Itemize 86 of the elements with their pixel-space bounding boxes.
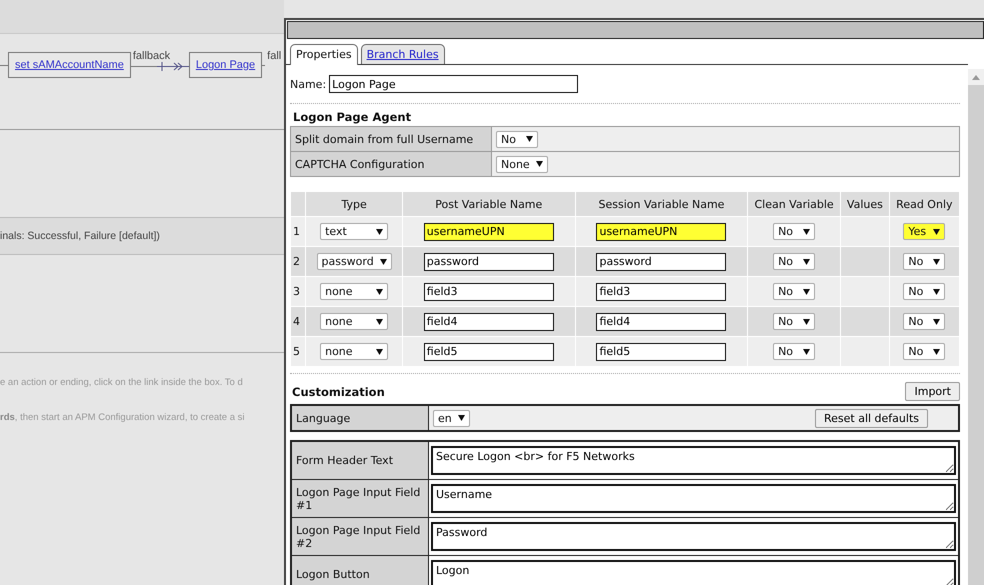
session-variable-field[interactable]: password [596, 252, 726, 270]
dropdown[interactable]: No [773, 223, 816, 240]
caret-icon [933, 288, 940, 294]
dropdown[interactable]: No [903, 253, 946, 270]
caret-icon [803, 258, 810, 264]
row-number: 2 [290, 246, 306, 276]
dropdown[interactable]: No [773, 283, 816, 300]
column-header: Type [306, 192, 402, 216]
session-variable-field[interactable]: field5 [596, 342, 726, 360]
dropdown[interactable]: No [903, 283, 946, 300]
dropdown[interactable]: none [320, 343, 388, 360]
text-area[interactable]: Secure Logon <br> for F5 Networks [431, 446, 956, 475]
dropdown[interactable]: Yes [903, 223, 946, 240]
text-area[interactable]: Logon [431, 560, 956, 585]
column-header: Values [840, 192, 890, 216]
setting-label: Logon Page Input Field #2 [291, 518, 428, 556]
caret-icon [536, 161, 543, 167]
post-variable-field[interactable]: field5 [424, 342, 554, 360]
setting-label: Form Header Text [291, 441, 428, 480]
text-area[interactable]: Password [431, 522, 956, 551]
post-variable-field[interactable]: usernameUPN [424, 222, 554, 240]
branch-label: fall [267, 50, 282, 62]
setting-label: CAPTCHA Configuration [290, 152, 492, 176]
row-number: 1 [290, 216, 306, 246]
setting-label: Language [291, 405, 428, 431]
section-title: Logon Page Agent [293, 110, 412, 124]
text-area[interactable]: Username [431, 484, 956, 513]
dropdown[interactable]: No [773, 313, 816, 330]
name-field[interactable]: Logon Page [329, 75, 578, 93]
dropdown[interactable]: No [903, 343, 946, 360]
scrollbar[interactable] [968, 69, 984, 585]
caret-icon [376, 228, 384, 234]
caret-icon [526, 136, 533, 142]
caret-icon [933, 258, 940, 264]
session-variable-field[interactable]: field4 [596, 312, 726, 330]
session-variable-field[interactable]: field3 [596, 282, 726, 300]
scroll-up-icon[interactable] [972, 74, 980, 80]
column-header: Post Variable Name [402, 192, 576, 216]
post-variable-field[interactable]: field3 [424, 282, 554, 300]
terminals-text: inals: Successful, Failure [default]) [0, 230, 160, 242]
session-variable-field[interactable]: usernameUPN [596, 222, 726, 240]
caret-icon [376, 318, 384, 324]
dropdown[interactable]: en [433, 410, 470, 426]
row-number: 4 [290, 306, 306, 336]
caret-icon [803, 228, 810, 234]
post-variable-field[interactable]: password [424, 252, 554, 270]
caret-icon [803, 288, 810, 294]
dropdown[interactable]: text [320, 223, 388, 240]
setting-label: Split domain from full Username [290, 126, 492, 152]
import-button[interactable]: Import [905, 382, 960, 401]
caret-icon [458, 415, 465, 421]
dropdown[interactable]: none [320, 283, 388, 300]
row-number: 3 [290, 276, 306, 306]
caret-icon [380, 258, 387, 264]
setting-label: Logon Button [291, 556, 428, 585]
dropdown[interactable]: none [320, 313, 388, 330]
caret-icon [933, 348, 940, 354]
section-title: Customization [292, 384, 385, 398]
post-variable-field[interactable]: field4 [424, 312, 554, 330]
flow-node[interactable]: Logon Page [188, 52, 262, 78]
setting-label: Logon Page Input Field #1 [291, 480, 428, 518]
caret-icon [933, 228, 940, 234]
row-number: 5 [290, 336, 306, 366]
column-header: Read Only [889, 192, 960, 216]
caret-icon [803, 348, 810, 354]
dropdown[interactable]: No [496, 130, 538, 148]
caret-icon [376, 348, 384, 354]
branch-label: fallback [132, 50, 170, 62]
help-text: e an action or ending, click on the link inside the box. To d [0, 377, 244, 388]
flow-node[interactable]: set sAMAccountName [8, 52, 131, 78]
help-text: rds, then start an APM Configuration wizard, to create a si [0, 412, 246, 423]
dropdown[interactable]: password [316, 253, 392, 270]
caret-icon [376, 288, 384, 294]
column-header: Clean Variable [748, 192, 841, 216]
connector-arrow-icon[interactable] [156, 62, 189, 71]
caret-icon [933, 318, 940, 324]
dropdown[interactable]: No [773, 343, 816, 360]
name-label: Name: [290, 78, 326, 90]
caret-icon [803, 318, 810, 324]
column-header: Session Variable Name [575, 192, 748, 216]
tab[interactable]: Branch Rules [360, 44, 445, 64]
dropdown[interactable]: None [496, 156, 548, 172]
dropdown[interactable]: No [903, 313, 946, 330]
reset-defaults-button[interactable]: Reset all defaults [814, 408, 928, 428]
tab[interactable]: Properties [290, 44, 358, 65]
dropdown[interactable]: No [773, 253, 816, 270]
